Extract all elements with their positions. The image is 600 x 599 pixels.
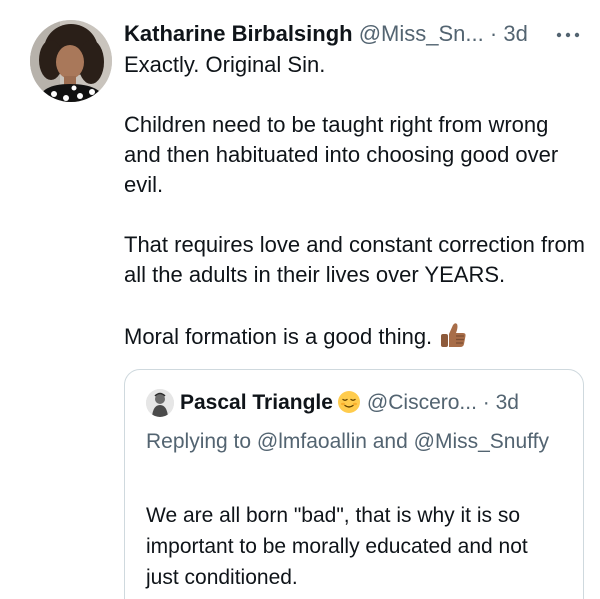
tweet-line: Exactly. Original Sin. bbox=[124, 52, 326, 77]
author-avatar[interactable] bbox=[30, 20, 112, 102]
author-name[interactable]: Katharine Birbalsingh bbox=[124, 21, 353, 46]
quote-author-name[interactable]: Pascal Triangle bbox=[180, 391, 333, 414]
tweet-line-last: Moral formation is a good thing. bbox=[124, 320, 590, 352]
tweet-timestamp[interactable]: 3d bbox=[503, 21, 527, 46]
tweet-line: That requires love and constant correcti… bbox=[124, 232, 586, 287]
tweet-line: Moral formation is a good thing. bbox=[124, 324, 433, 349]
quote-timestamp[interactable]: 3d bbox=[496, 391, 519, 414]
separator-dot: · bbox=[482, 391, 490, 414]
quote-body: We are all born "bad", that is why it is… bbox=[146, 504, 528, 589]
tweet[interactable]: Katharine Birbalsingh @Miss_Sn... · 3d E… bbox=[0, 0, 600, 599]
tweet-header: Katharine Birbalsingh @Miss_Sn... · 3d bbox=[124, 18, 590, 50]
tweet-body: Exactly. Original Sin. Children need to … bbox=[124, 50, 590, 352]
thumbs-up-icon bbox=[441, 323, 466, 347]
separator-dot: · bbox=[489, 21, 498, 46]
quote-header: Pascal Triangle @Ciscero... · 3d bbox=[180, 387, 580, 419]
relieved-face-icon bbox=[337, 391, 360, 413]
tweet-line: Children need to be taught right from wr… bbox=[124, 112, 559, 197]
author-handle[interactable]: @Miss_Sn... bbox=[359, 21, 484, 46]
person-photo-avatar bbox=[30, 20, 112, 102]
quote-author-handle[interactable]: @Ciscero... bbox=[367, 391, 477, 414]
replying-to-text[interactable]: Replying to @lmfaoallin and @Miss_Snuffy bbox=[146, 427, 566, 457]
more-dots-icon[interactable] bbox=[556, 32, 580, 38]
person-sketch-avatar bbox=[146, 389, 174, 417]
quote-author-avatar[interactable] bbox=[146, 389, 174, 417]
